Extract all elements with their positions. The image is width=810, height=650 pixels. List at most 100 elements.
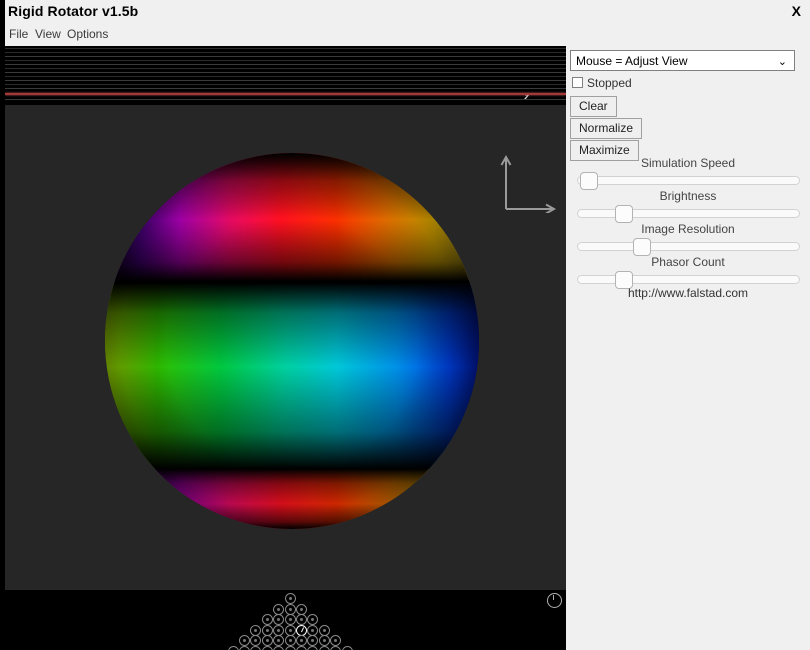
mouse-mode-dropdown[interactable]: Mouse = Adjust View ⌄ — [570, 50, 795, 71]
energy-level-line[interactable] — [5, 84, 566, 85]
simulation-speed-slider-thumb[interactable] — [580, 172, 599, 190]
stopped-checkbox[interactable] — [572, 77, 583, 88]
phasor-circle[interactable] — [284, 635, 296, 647]
phasor-dot-icon — [299, 618, 303, 622]
brightness-slider[interactable] — [577, 205, 800, 223]
phasor-circle[interactable] — [307, 635, 319, 647]
harmonic-band-top — [105, 153, 479, 281]
phasor-circle[interactable] — [341, 646, 353, 650]
phasor-circle[interactable] — [250, 646, 262, 650]
simulation-canvas-area[interactable]: z — [0, 46, 566, 650]
phasor-triangle-panel[interactable] — [5, 590, 566, 650]
phasor-clock-icon[interactable] — [547, 593, 562, 608]
stopped-checkbox-row[interactable]: Stopped — [572, 76, 632, 90]
close-button[interactable]: X — [792, 3, 801, 19]
axis-indicator — [500, 151, 558, 215]
phasor-circle[interactable] — [284, 593, 296, 604]
phasor-dot-icon — [277, 607, 281, 611]
phasor-circle[interactable] — [295, 635, 307, 647]
phasor-needle-icon — [300, 627, 304, 633]
energy-level-line[interactable] — [5, 68, 566, 69]
phasor-dot-icon — [277, 628, 281, 632]
phasor-circle[interactable] — [318, 646, 330, 650]
phasor-circle[interactable] — [238, 635, 250, 647]
menu-item-options[interactable]: Options — [65, 27, 110, 41]
phasor-circle[interactable] — [330, 635, 342, 647]
phasor-circle[interactable] — [273, 603, 285, 615]
phasor-dot-icon — [299, 639, 303, 643]
chevron-down-icon: ⌄ — [777, 56, 787, 68]
energy-level-line[interactable] — [5, 72, 566, 73]
menu-bar: File View Options — [0, 24, 810, 46]
phasor-circle[interactable] — [295, 614, 307, 626]
phasor-circle[interactable] — [295, 603, 307, 615]
phasor-circle[interactable] — [284, 614, 296, 626]
phasor-circle[interactable] — [261, 624, 273, 636]
menu-item-view[interactable]: View — [33, 27, 63, 41]
image-resolution-slider-thumb[interactable] — [633, 238, 652, 256]
simulation-speed-label: Simulation Speed — [640, 156, 736, 170]
phasor-circle[interactable] — [284, 603, 296, 615]
mouse-mode-selected-value: Mouse = Adjust View — [576, 54, 688, 68]
phasor-circle[interactable] — [227, 646, 239, 650]
phasor-dot-icon — [311, 639, 315, 643]
phasor-dot-icon — [277, 639, 281, 643]
phasor-circle-active[interactable] — [295, 624, 307, 636]
energy-level-line[interactable] — [5, 52, 566, 53]
energy-level-line[interactable] — [5, 60, 566, 61]
three-d-viewport[interactable] — [5, 105, 566, 590]
phasor-circle[interactable] — [307, 614, 319, 626]
phasor-dot-icon — [311, 618, 315, 622]
title-bar-left-edge — [0, 0, 5, 24]
energy-level-line[interactable] — [5, 99, 566, 100]
clock-hand-icon — [553, 595, 554, 600]
phasor-dot-icon — [288, 639, 292, 643]
phasor-dot-icon — [311, 628, 315, 632]
phasor-circle[interactable] — [284, 624, 296, 636]
phasor-circle[interactable] — [238, 646, 250, 650]
image-resolution-label: Image Resolution — [641, 222, 735, 236]
phasor-circle[interactable] — [261, 635, 273, 647]
energy-level-line[interactable] — [5, 64, 566, 65]
simulation-speed-slider[interactable] — [577, 172, 800, 190]
phasor-circle[interactable] — [273, 614, 285, 626]
phasor-circle[interactable] — [261, 646, 273, 650]
phasor-count-label: Phasor Count — [651, 255, 725, 269]
harmonic-band-bottom — [105, 469, 479, 529]
phasor-circle[interactable] — [284, 646, 296, 650]
phasor-dot-icon — [322, 639, 326, 643]
phasor-dot-icon — [277, 618, 281, 622]
energy-level-selected[interactable] — [5, 93, 566, 95]
phasor-circle[interactable] — [318, 635, 330, 647]
menu-item-file[interactable]: File — [7, 27, 30, 41]
phasor-circle[interactable] — [261, 614, 273, 626]
stopped-checkbox-label: Stopped — [587, 76, 632, 90]
phasor-circle[interactable] — [307, 646, 319, 650]
normalize-button[interactable]: Normalize — [570, 118, 643, 139]
phasor-circle[interactable] — [273, 624, 285, 636]
brightness-slider-thumb[interactable] — [614, 205, 633, 223]
phasor-dot-icon — [254, 639, 258, 643]
phasor-dot-icon — [299, 607, 303, 611]
clear-button[interactable]: Clear — [570, 96, 617, 117]
energy-level-line[interactable] — [5, 56, 566, 57]
phasor-circle[interactable] — [250, 624, 262, 636]
image-resolution-slider[interactable] — [577, 238, 800, 256]
energy-level-line[interactable] — [5, 88, 566, 89]
phasor-dot-icon — [254, 628, 258, 632]
phasor-circle[interactable] — [273, 635, 285, 647]
phasor-circle[interactable] — [318, 624, 330, 636]
phasor-dot-icon — [265, 639, 269, 643]
energy-level-line[interactable] — [5, 76, 566, 77]
phasor-circle[interactable] — [307, 624, 319, 636]
phasor-circle[interactable] — [330, 646, 342, 650]
website-url[interactable]: http://www.falstad.com — [566, 286, 810, 300]
phasor-circle[interactable] — [273, 646, 285, 650]
energy-level-spectrum[interactable]: z — [5, 46, 566, 104]
phasor-dot-icon — [265, 618, 269, 622]
energy-level-line[interactable] — [5, 48, 566, 49]
energy-level-line[interactable] — [5, 80, 566, 81]
phasor-circle[interactable] — [250, 635, 262, 647]
phasor-count-slider[interactable] — [577, 271, 800, 289]
phasor-circle[interactable] — [295, 646, 307, 650]
